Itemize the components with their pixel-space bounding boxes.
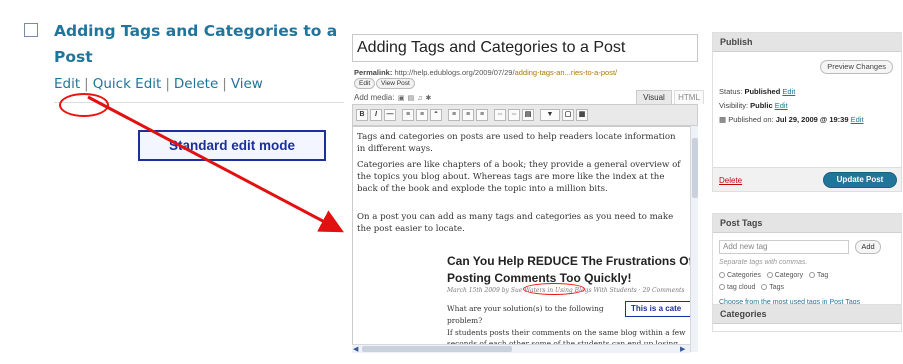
fullscreen-icon[interactable]: ▢ (562, 109, 574, 121)
published-date-line: ▦ Published on: Jul 29, 2009 @ 19:39 Edi… (719, 115, 864, 124)
delete-post-link[interactable]: Delete (719, 176, 742, 185)
permalink-slug[interactable]: adding-tags-an...ries-to-a-post/ (515, 68, 618, 77)
tag-item[interactable]: Categories (719, 272, 761, 279)
quick-edit-link[interactable]: Quick Edit (93, 76, 162, 92)
content-paragraph: Tags and categories on posts are used to… (357, 132, 676, 155)
category-highlight-ring (523, 283, 585, 295)
embedded-post-title: Can You Help REDUCE The Frustrations Of … (447, 254, 693, 285)
calendar-icon: ▦ (719, 115, 727, 124)
standard-edit-mode-callout: Standard edit mode (138, 130, 326, 161)
new-tag-input[interactable]: Add new tag (719, 240, 849, 254)
horizontal-scroll-thumb[interactable] (362, 346, 512, 352)
tag-item[interactable]: Tag (808, 272, 828, 279)
category-callout: This is a cate (625, 301, 697, 317)
preview-changes-button[interactable]: Preview Changes (820, 60, 893, 74)
content-paragraph: Categories are like chapters of a book; … (357, 160, 681, 195)
horizontal-scrollbar[interactable]: ◀ ▶ (352, 344, 690, 353)
status-edit-link[interactable]: Edit (782, 87, 795, 96)
categories-box: Categories (712, 304, 902, 332)
tag-item[interactable]: Category (766, 272, 803, 279)
bold-icon[interactable]: B (356, 109, 368, 121)
visibility-label: Visibility: (719, 101, 749, 110)
italic-icon[interactable]: I (370, 109, 382, 121)
publish-heading[interactable]: Publish (713, 33, 901, 52)
image-icon[interactable]: ▣ (398, 95, 408, 102)
permalink-line: Permalink: http://help.edublogs.org/2009… (354, 68, 617, 77)
published-value: Jul 29, 2009 @ 19:39 (775, 115, 849, 124)
post-editor: Adding Tags and Categories to a Post Per… (352, 34, 704, 360)
content-paragraph: On a post you can add as many tags and c… (357, 212, 674, 235)
visibility-edit-link[interactable]: Edit (775, 101, 788, 110)
date-edit-link[interactable]: Edit (851, 115, 864, 124)
remove-tag-icon[interactable] (719, 272, 725, 278)
view-post-button[interactable]: View Post (376, 78, 415, 89)
post-title-input[interactable]: Adding Tags and Categories to a Post (352, 34, 698, 62)
bullet-list-icon[interactable]: ≡ (402, 109, 414, 121)
tag-list: tag cloud Tags (719, 284, 784, 291)
post-tags-box: Post Tags Add new tag Add Separate tags … (712, 213, 902, 317)
edit-highlight-ring (59, 93, 109, 117)
numbered-list-icon[interactable]: ≡ (416, 109, 428, 121)
status-value: Published (744, 87, 781, 96)
remove-tag-icon[interactable] (719, 284, 725, 290)
tag-item[interactable]: Tags (761, 284, 784, 291)
update-post-button[interactable]: Update Post (823, 172, 897, 188)
tag-hint: Separate tags with commas. (719, 259, 808, 266)
unlink-icon[interactable]: ∞ (508, 109, 520, 121)
row-actions: Edit | Quick Edit | Delete | View (54, 76, 263, 92)
action-separator: | (222, 76, 227, 92)
tag-item[interactable]: tag cloud (719, 284, 755, 291)
publish-actions: Delete Update Post (713, 167, 901, 191)
vertical-scroll-thumb[interactable] (692, 138, 698, 198)
delete-link[interactable]: Delete (174, 76, 218, 92)
align-center-icon[interactable]: ≡ (462, 109, 474, 121)
editor-content-area[interactable]: Tags and categories on posts are used to… (352, 126, 698, 352)
embedded-question: What are your solution(s) to the followi… (447, 304, 604, 326)
vertical-scrollbar[interactable] (690, 126, 698, 352)
add-media-label: Add media: (354, 93, 395, 102)
permalink-label: Permalink: (354, 68, 393, 77)
edit-link[interactable]: Edit (54, 76, 80, 92)
media-icons: ▣▤♫✱ (398, 94, 434, 102)
post-title-link[interactable]: Adding Tags and Categories to a Post (54, 18, 344, 70)
scroll-left-icon[interactable]: ◀ (353, 345, 358, 353)
scroll-right-icon[interactable]: ▶ (680, 345, 685, 353)
status-label: Status: (719, 87, 743, 96)
align-right-icon[interactable]: ≡ (476, 109, 488, 121)
tab-visual[interactable]: Visual (636, 90, 672, 104)
add-tag-button[interactable]: Add (855, 240, 881, 254)
post-tags-heading[interactable]: Post Tags (713, 214, 901, 233)
media-icon[interactable]: ✱ (426, 95, 435, 102)
publish-box: Publish Preview Changes Status: Publishe… (712, 32, 902, 192)
strikethrough-icon[interactable]: ― (384, 109, 396, 121)
post-select-checkbox[interactable] (24, 23, 38, 37)
text-color-icon[interactable]: ▼ (540, 109, 560, 121)
remove-tag-icon[interactable] (761, 284, 768, 290)
visibility-line: Visibility: Public Edit (719, 101, 788, 110)
permalink-edit-button[interactable]: Edit (354, 78, 376, 89)
audio-icon[interactable]: ♫ (417, 95, 425, 102)
remove-tag-icon[interactable] (808, 272, 815, 278)
status-line: Status: Published Edit (719, 87, 795, 96)
categories-heading[interactable]: Categories (713, 305, 901, 324)
editor-toolbar: B I ― ≡ ≡ “ ≡ ≡ ≡ ∞ ∞ ▤ ▼ ▢ ▦ (352, 104, 698, 126)
link-icon[interactable]: ∞ (494, 109, 506, 121)
published-label: Published on: (728, 115, 774, 124)
kitchen-sink-icon[interactable]: ▦ (576, 109, 588, 121)
more-tag-icon[interactable]: ▤ (522, 109, 534, 121)
action-separator: | (84, 76, 89, 92)
tag-list: Categories Category Tag (719, 272, 828, 279)
remove-tag-icon[interactable] (766, 272, 773, 278)
visibility-value: Public (750, 101, 773, 110)
permalink-base: http://help.edublogs.org/2009/07/29/ (394, 68, 515, 77)
align-left-icon[interactable]: ≡ (448, 109, 460, 121)
blockquote-icon[interactable]: “ (430, 109, 442, 121)
view-link[interactable]: View (231, 76, 263, 92)
tab-html[interactable]: HTML (674, 90, 704, 104)
action-separator: | (165, 76, 170, 92)
video-icon[interactable]: ▤ (408, 95, 418, 102)
